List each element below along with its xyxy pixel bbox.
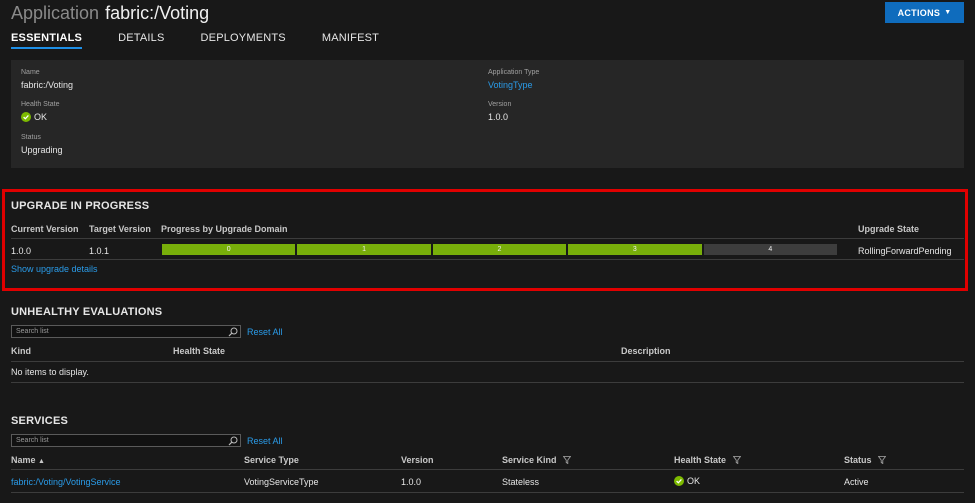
col-service-name[interactable]: Name ▲ bbox=[11, 455, 45, 465]
services-section-title: SERVICES bbox=[11, 415, 69, 427]
service-name-link[interactable]: fabric:/Voting/VotingService bbox=[11, 477, 121, 487]
col-service-status-label: Status bbox=[844, 455, 872, 465]
upgrade-domain-2: 2 bbox=[432, 244, 567, 255]
name-label: Name bbox=[21, 69, 40, 76]
tab-bar: ESSENTIALS DETAILS DEPLOYMENTS MANIFEST bbox=[11, 32, 415, 49]
col-target-version: Target Version bbox=[89, 224, 151, 234]
services-header-divider bbox=[11, 469, 964, 470]
ok-check-icon bbox=[21, 112, 31, 122]
tab-manifest[interactable]: MANIFEST bbox=[322, 32, 379, 49]
page-header: Application fabric:/Voting bbox=[11, 3, 209, 25]
col-current-version: Current Version bbox=[11, 224, 79, 234]
upgrade-row-divider bbox=[11, 259, 964, 260]
upgrade-domain-0: 0 bbox=[162, 244, 296, 255]
upgrade-state-value: RollingForwardPending bbox=[858, 246, 952, 256]
upgrade-domain-4: 4 bbox=[703, 244, 837, 255]
col-service-type[interactable]: Service Type bbox=[244, 455, 299, 465]
health-value-text: OK bbox=[34, 112, 48, 122]
col-kind: Kind bbox=[11, 346, 31, 356]
chevron-down-icon: ▼ bbox=[944, 9, 952, 16]
page-type-label: Application bbox=[11, 3, 100, 23]
status-value: Upgrading bbox=[21, 145, 63, 155]
version-label: Version bbox=[488, 101, 512, 108]
sort-ascending-icon: ▲ bbox=[38, 458, 45, 465]
show-upgrade-details-link[interactable]: Show upgrade details bbox=[11, 264, 98, 274]
upgrade-domain-1: 1 bbox=[297, 244, 431, 255]
version-field: Version 1.0.0 bbox=[488, 101, 511, 122]
tab-essentials[interactable]: ESSENTIALS bbox=[11, 32, 83, 49]
apptype-link[interactable]: VotingType bbox=[488, 80, 539, 90]
service-status-value: Active bbox=[844, 477, 869, 487]
col-service-health-label: Health State bbox=[674, 455, 727, 465]
col-service-status[interactable]: Status bbox=[844, 455, 887, 465]
apptype-label: Application Type bbox=[488, 69, 540, 76]
col-description: Description bbox=[621, 346, 671, 356]
health-value: OK bbox=[21, 112, 60, 122]
upgrade-domain-3: 3 bbox=[568, 244, 702, 255]
unhealthy-reset-all-link[interactable]: Reset All bbox=[247, 327, 283, 337]
ok-check-icon bbox=[674, 476, 684, 486]
service-health-value: OK bbox=[674, 476, 700, 486]
name-field: Name fabric:/Voting bbox=[21, 69, 73, 90]
service-type-value: VotingServiceType bbox=[244, 477, 319, 487]
col-service-health[interactable]: Health State bbox=[674, 455, 741, 465]
status-label: Status bbox=[21, 134, 41, 141]
status-field: Status Upgrading bbox=[21, 134, 63, 155]
unhealthy-header-divider bbox=[11, 361, 964, 362]
current-version-value: 1.0.0 bbox=[11, 246, 32, 256]
unhealthy-search-input[interactable]: Search list bbox=[11, 325, 241, 338]
unhealthy-row-divider bbox=[11, 382, 964, 383]
col-health-state: Health State bbox=[173, 346, 226, 356]
col-service-version[interactable]: Version bbox=[401, 455, 434, 465]
service-version-value: 1.0.0 bbox=[401, 477, 422, 487]
filter-icon[interactable] bbox=[563, 456, 572, 464]
col-service-kind-label: Service Kind bbox=[502, 455, 557, 465]
col-upgrade-state: Upgrade State bbox=[858, 224, 920, 234]
filter-icon[interactable] bbox=[878, 456, 887, 464]
col-service-kind[interactable]: Service Kind bbox=[502, 455, 572, 465]
unhealthy-section-title: UNHEALTHY EVALUATIONS bbox=[11, 306, 163, 318]
tab-deployments[interactable]: DEPLOYMENTS bbox=[201, 32, 286, 49]
filter-icon[interactable] bbox=[732, 456, 741, 464]
service-health-text: OK bbox=[687, 476, 701, 486]
search-icon bbox=[228, 436, 238, 446]
upgrade-section-title: UPGRADE IN PROGRESS bbox=[11, 200, 150, 212]
upgrade-header-divider bbox=[11, 238, 964, 239]
health-field: Health State OK bbox=[21, 101, 60, 122]
col-progress: Progress by Upgrade Domain bbox=[161, 224, 288, 234]
tab-details[interactable]: DETAILS bbox=[118, 32, 164, 49]
services-reset-all-link[interactable]: Reset All bbox=[247, 436, 283, 446]
search-icon bbox=[228, 327, 238, 337]
health-label: Health State bbox=[21, 101, 60, 108]
page-title: fabric:/Voting bbox=[105, 3, 210, 23]
service-kind-value: Stateless bbox=[502, 477, 540, 487]
unhealthy-search-placeholder: Search list bbox=[16, 328, 49, 335]
target-version-value: 1.0.1 bbox=[89, 246, 110, 256]
essentials-panel: Name fabric:/Voting Health State OK Stat… bbox=[11, 60, 964, 168]
actions-button-label: ACTIONS bbox=[897, 7, 941, 18]
services-search-input[interactable]: Search list bbox=[11, 434, 241, 447]
actions-button[interactable]: ACTIONS ▼ bbox=[885, 2, 964, 23]
name-value: fabric:/Voting bbox=[21, 80, 74, 90]
col-service-name-label: Name bbox=[11, 455, 36, 465]
apptype-field: Application Type VotingType bbox=[488, 69, 539, 90]
version-value: 1.0.0 bbox=[488, 112, 509, 122]
services-search-placeholder: Search list bbox=[16, 437, 49, 444]
services-row-divider bbox=[11, 492, 964, 493]
unhealthy-empty-message: No items to display. bbox=[11, 367, 89, 377]
